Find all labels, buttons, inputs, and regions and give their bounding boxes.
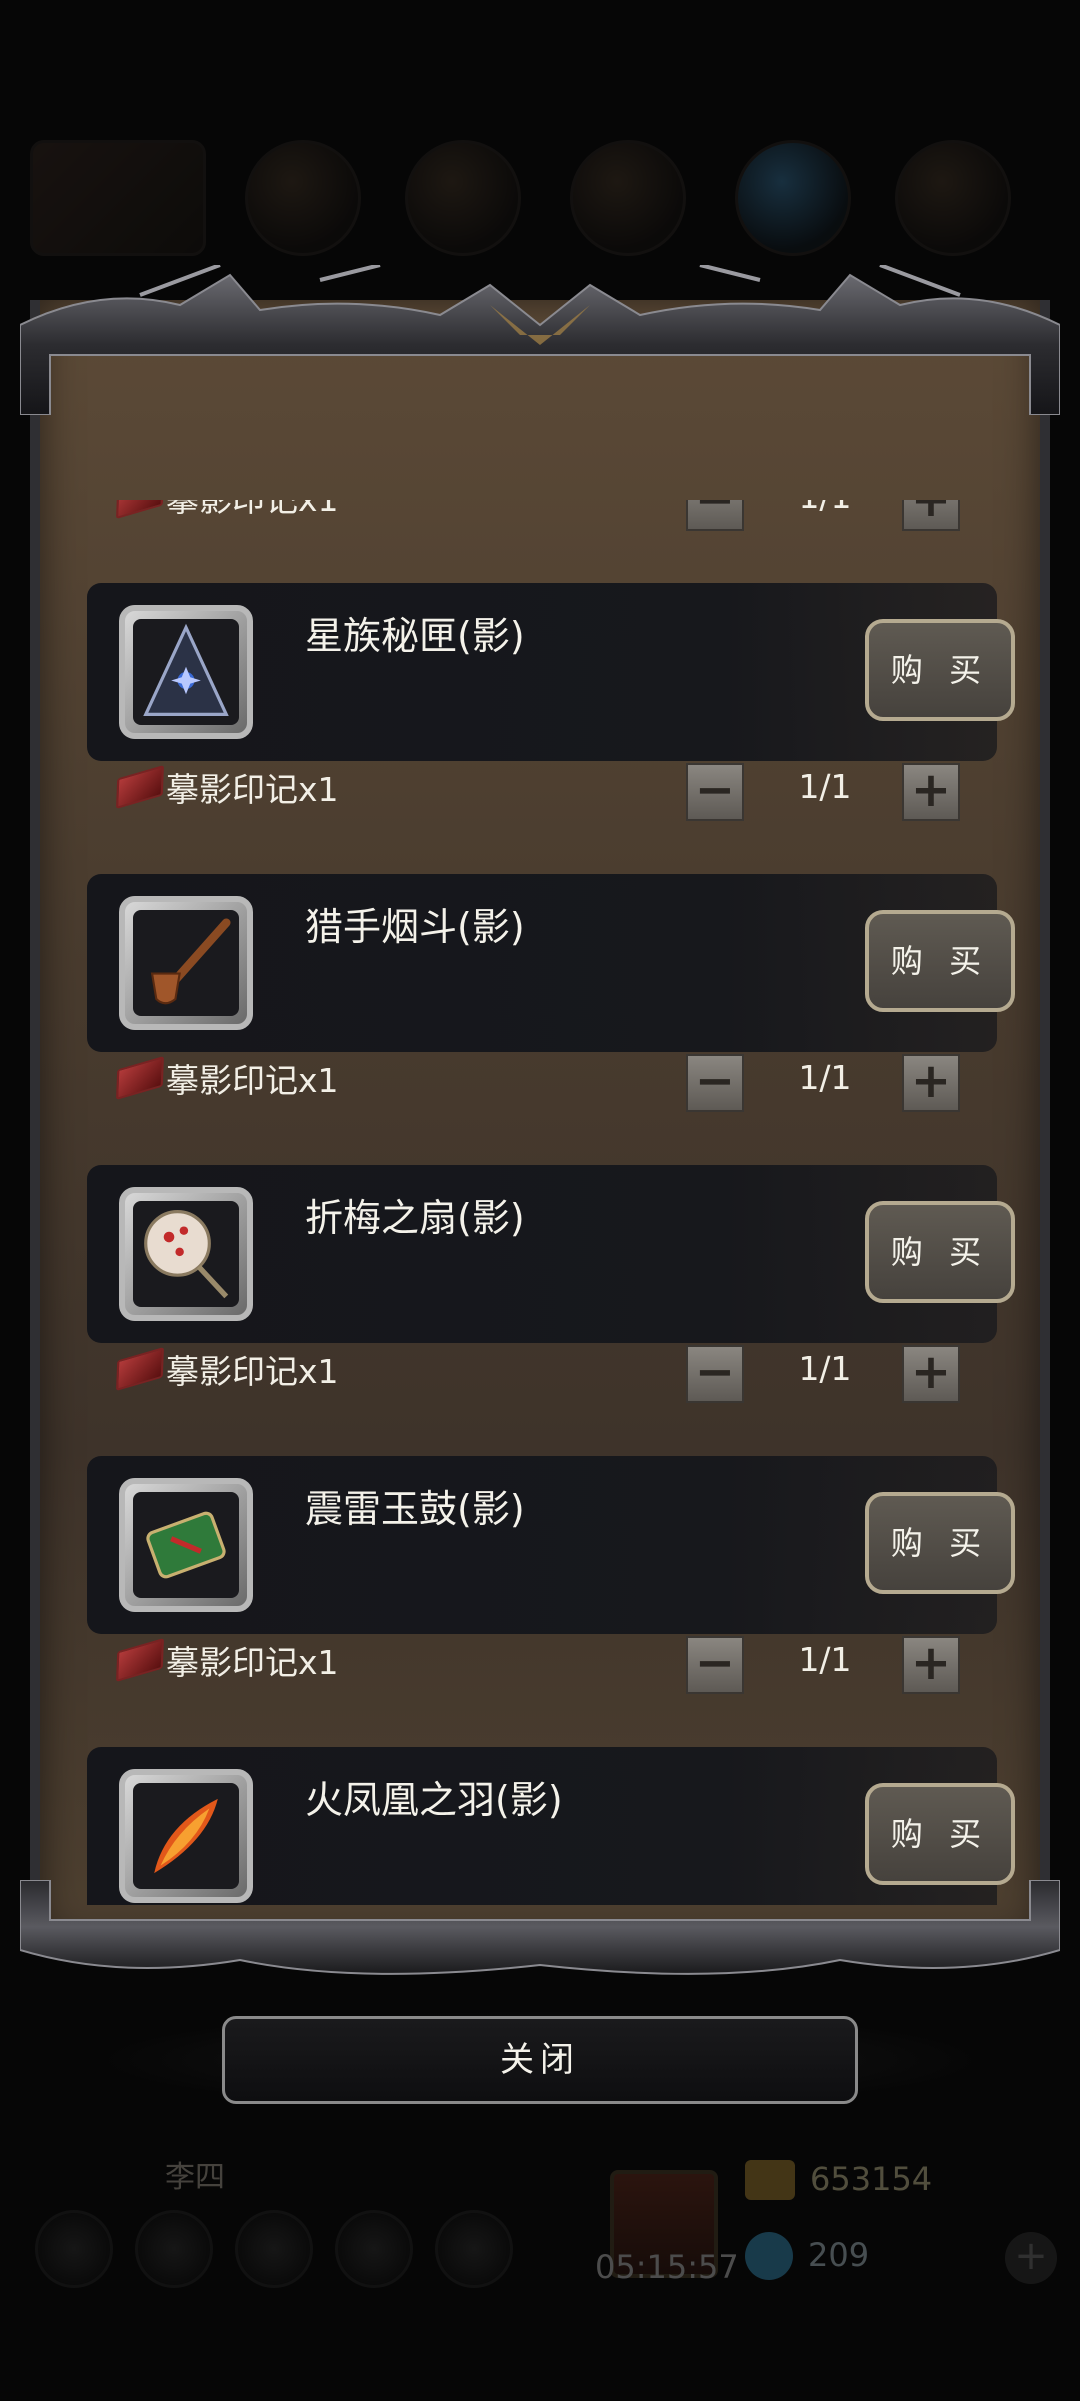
bg-menu-icon-1 [245,140,361,256]
quantity-value: 1/1 [798,767,852,806]
gold-value: 653154 [810,2160,933,2198]
decrease-quantity-button[interactable]: − [686,1636,744,1694]
cost-row: 摹影印记x1 − 1/1 + [60,1337,1020,1407]
cost-row: 摹影印记x1 − 1/1 + [60,1046,1020,1116]
item-name: 震雷玉鼓(影) [305,1487,525,1531]
bg-menu-icon-5 [895,140,1011,256]
decrease-quantity-button[interactable]: − [686,500,744,531]
shadow-mark-icon [116,1637,164,1683]
star-clan-box-icon [143,623,229,716]
quantity-value: 1/1 [760,500,890,516]
shop-item-card: 星族秘匣(影) 购 买 [87,583,1015,761]
item-name: 猎手烟斗(影) [305,905,525,949]
bg-menu-icon-4 [735,140,851,256]
cost-text: 摹影印记x1 [166,500,339,521]
buy-button[interactable]: 购 买 [865,1201,1015,1303]
cost-row: 摹影印记x1 − 1/1 + [60,755,1020,825]
shop-item-card: 折梅之扇(影) 购 买 [87,1165,1015,1343]
cost-row-partial: 摹影印记x1 − 1/1 + [60,500,1020,535]
increase-quantity-button[interactable]: + [902,500,960,531]
background-bottom-bar: 李四 05:15:57 653154 209 + [0,2140,1080,2340]
phoenix-feather-icon [154,1798,218,1874]
gem-icon [745,2232,793,2280]
bg-event-icon [30,140,206,256]
bg-bottom-icon-1 [35,2210,113,2288]
shadow-mark-icon [116,764,164,810]
item-name: 折梅之扇(影) [305,1196,525,1240]
increase-quantity-button[interactable]: + [902,1345,960,1403]
bg-bottom-icon-3 [235,2210,313,2288]
bg-menu-icon-3 [570,140,686,256]
bg-bottom-icon-2 [135,2210,213,2288]
plum-fan-icon [144,1210,229,1299]
decrease-quantity-button[interactable]: − [686,763,744,821]
background-top-bar [0,120,1080,270]
increase-quantity-button[interactable]: + [902,1636,960,1694]
bg-menu-icon-2 [405,140,521,256]
shadow-mark-icon [116,500,164,520]
item-icon-frame [119,1187,253,1321]
quantity-value: 1/1 [798,1349,852,1388]
buy-button[interactable]: 购 买 [865,1783,1015,1885]
buy-button[interactable]: 购 买 [865,1492,1015,1594]
item-name: 火凤凰之羽(影) [305,1778,563,1822]
buy-button[interactable]: 购 买 [865,910,1015,1012]
close-button[interactable]: 关闭 [222,2016,858,2104]
thunder-drum-icon [146,1511,226,1579]
cost-row: 摹影印记x1 − 1/1 + [60,1628,1020,1698]
decrease-quantity-button[interactable]: − [686,1345,744,1403]
hunter-pipe-icon [150,918,231,1005]
increase-quantity-button[interactable]: + [902,763,960,821]
item-icon-frame [119,896,253,1030]
panel-ornate-top-frame [20,265,1060,415]
decrease-quantity-button[interactable]: − [686,1054,744,1112]
shop-item-list[interactable]: 摹影印记x1 − 1/1 + 星族秘匣(影) 购 买 摹影印记x1 [60,500,1020,1905]
shadow-mark-icon [116,1055,164,1101]
add-gems-icon: + [1005,2232,1057,2284]
shop-item-card: 猎手烟斗(影) 购 买 [87,874,1015,1052]
item-icon-frame [119,1478,253,1612]
gold-icon [745,2160,795,2200]
bg-bottom-icon-5 [435,2210,513,2288]
cost-text: 摹影印记x1 [166,1352,339,1391]
gem-value: 209 [808,2236,870,2274]
player-name: 李四 [165,2160,225,2195]
gift-timer: 05:15:57 [595,2248,739,2286]
cost-text: 摹影印记x1 [166,770,339,809]
shop-item-card: 震雷玉鼓(影) 购 买 [87,1456,1015,1634]
item-name: 星族秘匣(影) [305,614,525,658]
quantity-value: 1/1 [798,1640,852,1679]
quantity-value: 1/1 [798,1058,852,1097]
buy-button[interactable]: 购 买 [865,619,1015,721]
cost-text: 摹影印记x1 [166,1643,339,1682]
shadow-mark-icon [116,1346,164,1392]
item-icon-frame [119,605,253,739]
increase-quantity-button[interactable]: + [902,1054,960,1112]
panel-ornate-bottom-frame [20,1880,1060,1975]
cost-text: 摹影印记x1 [166,1061,339,1100]
bg-bottom-icon-4 [335,2210,413,2288]
